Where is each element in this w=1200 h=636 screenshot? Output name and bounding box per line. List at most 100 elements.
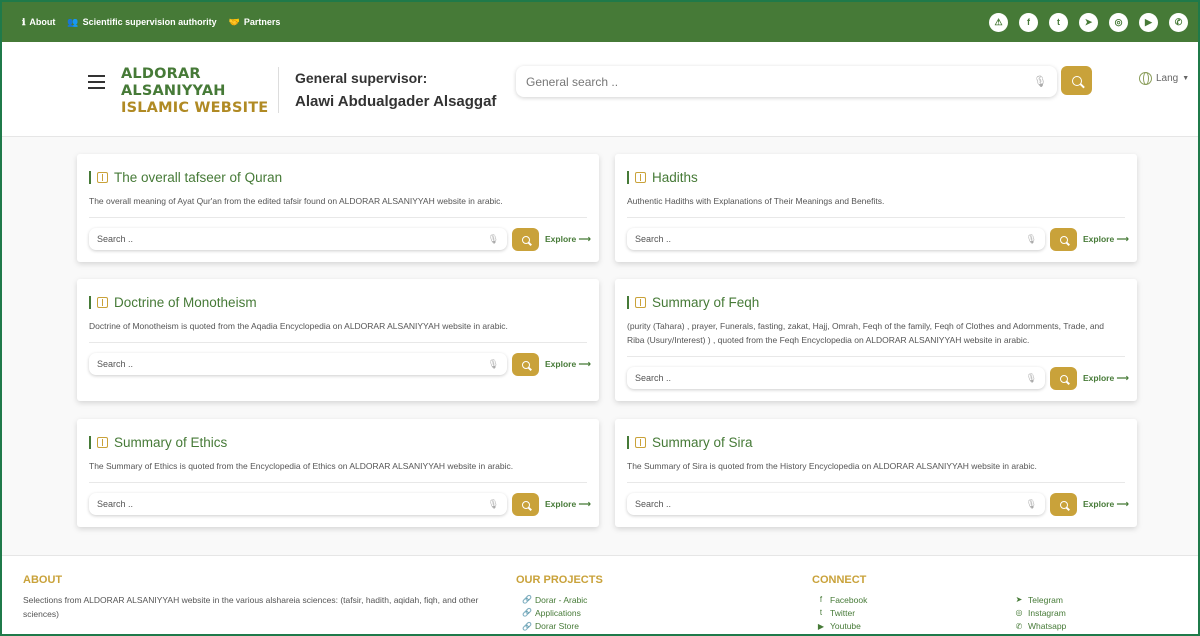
header-divider (278, 67, 279, 113)
microphone-icon[interactable]: 🎙 (488, 359, 499, 370)
footer-connect-col2: ➤ Telegram ◎ Instagram ✆ Whatsapp (1015, 593, 1067, 633)
lang-label: Lang (1156, 73, 1179, 84)
explore-link[interactable]: Explore ⟶ (1083, 373, 1129, 384)
top-links: ℹ About 👥 Scientific supervision authority… (22, 17, 280, 28)
twitter-icon[interactable]: t (1049, 12, 1068, 32)
card-monotheism: Doctrine of Monotheism Doctrine of Monot… (77, 279, 599, 401)
footer-link-label: Telegram (1028, 594, 1063, 605)
arrow-right-icon: ⟶ (578, 359, 591, 369)
supervision-link-label: Scientific supervision authority (82, 17, 217, 27)
supervision-authority-link[interactable]: 👥 Scientific supervision authority (67, 17, 216, 28)
site-logo[interactable]: ALDORAR ALSANIYYAH ISLAMIC WEBSITE (121, 66, 268, 117)
telegram-icon[interactable]: ➤ (1079, 12, 1098, 32)
supervisor-name: Alawi Abdualgader Alsaggaf (295, 93, 497, 110)
arrow-right-icon: ⟶ (578, 234, 591, 244)
footer-telegram-link[interactable]: ➤ Telegram (1015, 593, 1066, 606)
footer-link-label: Facebook (830, 594, 868, 605)
card-search-button[interactable] (512, 228, 539, 251)
footer-link-dorar-store[interactable]: 🔗 Dorar Store (522, 620, 587, 633)
twitter-icon: t (819, 608, 823, 618)
search-icon (521, 235, 530, 244)
card-search-button[interactable] (512, 353, 539, 376)
card-search-input[interactable] (635, 234, 1026, 244)
card-search-input[interactable] (635, 499, 1026, 509)
footer-whatsapp-link[interactable]: ✆ Whatsapp (1015, 620, 1067, 633)
book-icon (635, 437, 646, 448)
card-title-text[interactable]: Summary of Sira (652, 435, 753, 450)
card-search-box: 🎙 (627, 228, 1045, 250)
general-search-box: 🎙 (516, 66, 1057, 97)
telegram-icon: ➤ (1015, 595, 1023, 605)
card-search-button[interactable] (1050, 228, 1077, 251)
language-selector[interactable]: Lang ▼ (1139, 72, 1189, 85)
users-icon: 👥 (67, 16, 79, 27)
partners-link-label: Partners (243, 17, 281, 27)
search-icon (521, 360, 530, 369)
microphone-icon[interactable]: 🎙 (488, 499, 499, 510)
explore-link[interactable]: Explore ⟶ (1083, 234, 1129, 245)
arrow-right-icon: ⟶ (1116, 499, 1129, 509)
card-title: Hadiths (627, 170, 698, 185)
supervisor-block: General supervisor: Alawi Abdualgader Al… (295, 70, 496, 110)
footer-link-label: Dorar - Arabic (535, 594, 588, 605)
footer-twitter-link[interactable]: t Twitter (817, 606, 867, 619)
whatsapp-icon[interactable]: ✆ (1169, 12, 1188, 32)
about-link[interactable]: ℹ About (22, 17, 55, 28)
footer-link-label: Whatsapp (1028, 621, 1067, 632)
footer-connect-col1: f Facebook t Twitter ▶ Youtube (817, 593, 867, 633)
explore-link[interactable]: Explore ⟶ (545, 499, 591, 510)
general-search-button[interactable] (1061, 66, 1092, 95)
footer-link-label: Instagram (1028, 607, 1066, 618)
general-search-input[interactable] (526, 74, 1034, 89)
social-icons: ⚠ f t ➤ ◎ ▶ ✆ (989, 12, 1188, 32)
instagram-icon: ◎ (1015, 608, 1023, 618)
explore-link[interactable]: Explore ⟶ (545, 234, 591, 245)
footer-link-applications[interactable]: 🔗 Applications (522, 606, 587, 619)
microphone-icon[interactable]: 🎙 (1026, 234, 1037, 245)
card-search-input[interactable] (97, 234, 488, 244)
card-title: Summary of Ethics (89, 435, 227, 450)
card-description: Doctrine of Monotheism is quoted from th… (89, 321, 508, 331)
explore-label: Explore (545, 499, 577, 509)
explore-link[interactable]: Explore ⟶ (545, 359, 591, 370)
card-search-button[interactable] (1050, 493, 1077, 516)
footer-link-label: Youtube (830, 621, 861, 632)
card-search-button[interactable] (1050, 367, 1077, 390)
card-title-text[interactable]: Summary of Feqh (652, 295, 759, 310)
card-title-text[interactable]: Doctrine of Monotheism (114, 295, 257, 310)
facebook-icon[interactable]: f (1019, 12, 1038, 32)
alert-icon[interactable]: ⚠ (989, 12, 1008, 32)
card-search-input[interactable] (97, 359, 488, 369)
card-search-button[interactable] (512, 493, 539, 516)
explore-link[interactable]: Explore ⟶ (1083, 499, 1129, 510)
card-title-text[interactable]: Hadiths (652, 170, 698, 185)
footer-connect-title: CONNECT (812, 574, 867, 586)
menu-icon[interactable] (88, 75, 105, 93)
instagram-icon[interactable]: ◎ (1109, 12, 1128, 32)
footer-facebook-link[interactable]: f Facebook (817, 593, 867, 606)
card-description: (purity (Tahara) , prayer, Funerals, fas… (627, 321, 1105, 345)
card-description: Authentic Hadiths with Explanations of T… (627, 196, 885, 206)
card-search-input[interactable] (635, 373, 1026, 383)
explore-label: Explore (1083, 499, 1115, 509)
card-title-text[interactable]: Summary of Ethics (114, 435, 227, 450)
microphone-icon[interactable]: 🎙 (1026, 373, 1037, 384)
partners-link[interactable]: 🤝 Partners (229, 17, 281, 28)
card-ethics: Summary of Ethics The Summary of Ethics … (77, 419, 599, 527)
footer-instagram-link[interactable]: ◎ Instagram (1015, 606, 1066, 619)
footer-youtube-link[interactable]: ▶ Youtube (817, 620, 867, 633)
link-icon: 🔗 (522, 595, 532, 605)
microphone-icon[interactable]: 🎙 (488, 234, 499, 245)
card-search-box: 🎙 (627, 367, 1045, 389)
card-search-input[interactable] (97, 499, 488, 509)
card-title-text[interactable]: The overall tafseer of Quran (114, 170, 282, 185)
caret-down-icon: ▼ (1182, 75, 1190, 82)
supervisor-label: General supervisor: (295, 70, 428, 86)
footer-link-dorar-arabic[interactable]: 🔗 Dorar - Arabic (522, 593, 587, 606)
footer-about-text: Selections from ALDORAR ALSANIYYAH websi… (23, 595, 479, 619)
microphone-icon[interactable]: 🎙 (1026, 499, 1037, 510)
search-icon (1059, 235, 1068, 244)
handshake-icon: 🤝 (228, 16, 240, 27)
youtube-icon[interactable]: ▶ (1139, 12, 1158, 32)
microphone-icon[interactable]: 🎙 (1033, 75, 1047, 88)
